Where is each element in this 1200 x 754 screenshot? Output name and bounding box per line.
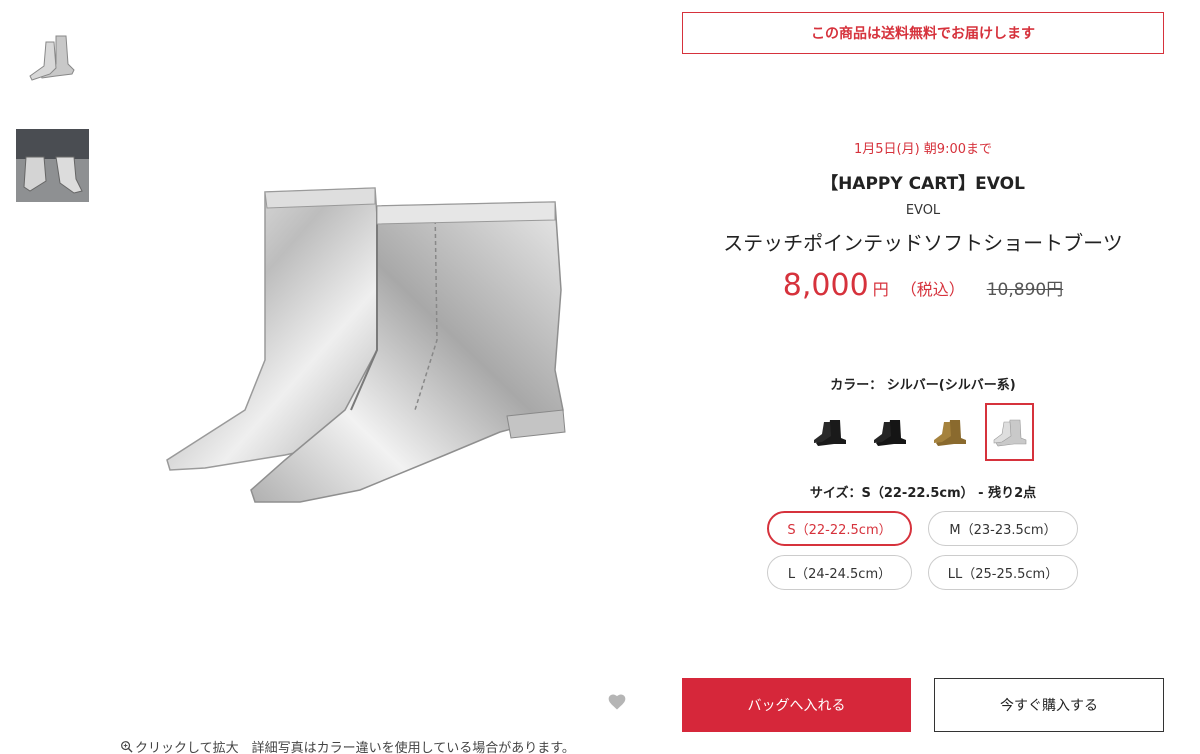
color-swatch-black-1[interactable] xyxy=(805,403,854,461)
price-row: 8,000 円 （税込） 10,890円 xyxy=(682,268,1164,303)
add-to-bag-button[interactable]: バッグへ入れる xyxy=(682,678,911,732)
price-currency: 円 xyxy=(872,280,889,299)
zoom-note-text: クリックして拡大 詳細写真はカラー違いを使用している場合があります。 xyxy=(135,741,575,754)
boot-icon xyxy=(993,419,1026,447)
color-swatch-black-2[interactable] xyxy=(865,403,914,461)
zoom-icon xyxy=(121,741,133,753)
thumbnail-worn-boots[interactable] xyxy=(16,129,89,202)
zoom-note: クリックして拡大 詳細写真はカラー違いを使用している場合があります。 xyxy=(120,737,575,754)
color-swatches xyxy=(805,403,1034,461)
free-shipping-banner: この商品は送料無料でお届けします xyxy=(682,12,1164,54)
size-option-ll[interactable]: LL（25-25.5cm） xyxy=(928,555,1078,590)
brand-name[interactable]: EVOL xyxy=(682,203,1164,218)
size-option-m[interactable]: M（23-23.5cm） xyxy=(928,511,1078,546)
thumbnail-silver-boots[interactable] xyxy=(16,24,89,97)
product-title: ステッチポインテッドソフトショートブーツ xyxy=(723,231,1123,255)
size-label: サイズ：S（22-22.5cm） - 残り2点 xyxy=(809,486,1037,501)
tax-note: （税込） xyxy=(900,280,965,299)
heart-icon[interactable] xyxy=(607,692,627,712)
campaign-title: 【HAPPY CART】EVOL xyxy=(821,174,1025,194)
main-product-image[interactable] xyxy=(115,110,605,670)
boot-icon xyxy=(873,420,906,446)
thumbnail-worn-boots-image xyxy=(16,129,89,202)
size-option-s[interactable]: S（22-22.5cm） xyxy=(767,511,912,546)
original-price: 10,890円 xyxy=(986,280,1064,300)
boot-icon xyxy=(813,420,846,446)
buy-now-button[interactable]: 今すぐ購入する xyxy=(934,678,1164,732)
silver-boots-illustration xyxy=(166,187,566,503)
color-swatch-silver[interactable] xyxy=(985,403,1034,461)
size-option-l[interactable]: L（24-24.5cm） xyxy=(767,555,912,590)
color-label: カラー： シルバー(シルバー系) xyxy=(830,378,1016,393)
thumbnail-silver-boots-image xyxy=(16,24,89,97)
boot-icon xyxy=(933,420,966,446)
color-swatch-brown[interactable] xyxy=(925,403,974,461)
sale-price: 8,000 xyxy=(782,268,869,303)
sale-deadline: 1月5日(月) 朝9:00まで xyxy=(853,142,992,157)
